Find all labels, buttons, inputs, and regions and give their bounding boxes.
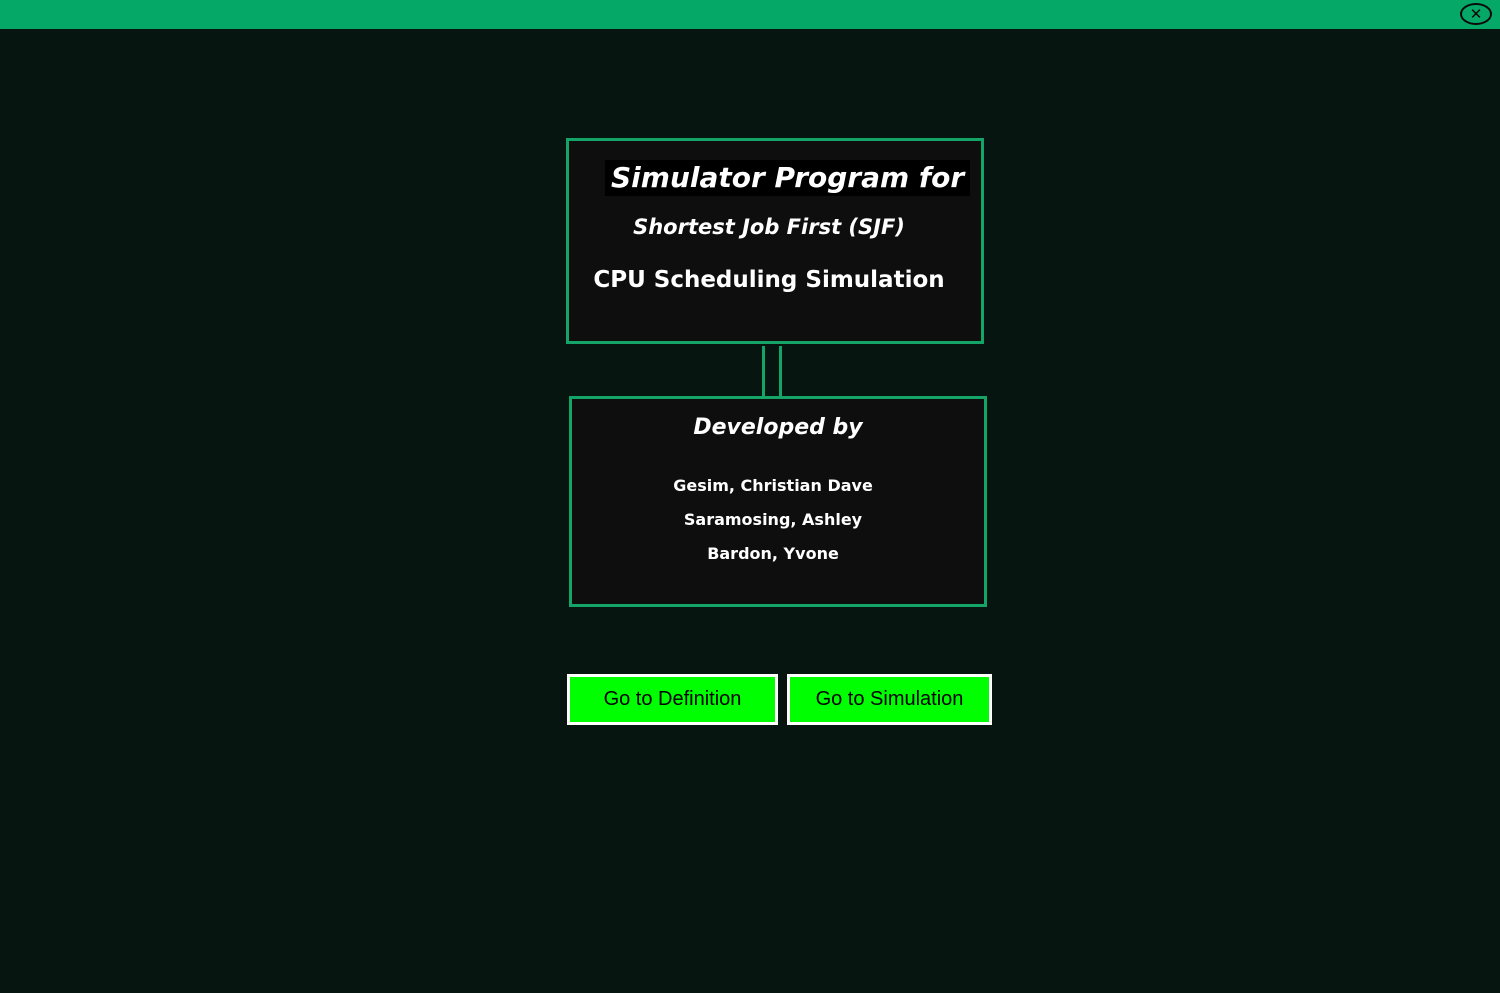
title-bar: ✕ bbox=[0, 0, 1500, 29]
title-heading: Simulator Program for bbox=[605, 160, 971, 196]
developer-name: Bardon, Yvone bbox=[707, 544, 839, 563]
developers-heading: Developed by bbox=[693, 415, 863, 440]
developer-name: Saramosing, Ashley bbox=[683, 510, 863, 529]
developer-list: Gesim, Christian Dave Saramosing, Ashley… bbox=[572, 475, 984, 577]
panel-connector bbox=[762, 346, 782, 397]
close-icon[interactable]: ✕ bbox=[1460, 3, 1492, 25]
go-to-simulation-button[interactable]: Go to Simulation bbox=[787, 674, 992, 725]
developers-panel: Developed by Gesim, Christian Dave Saram… bbox=[569, 396, 987, 607]
algorithm-name: Shortest Job First (SJF) bbox=[633, 215, 905, 239]
simulation-subtitle: CPU Scheduling Simulation bbox=[593, 267, 945, 293]
go-to-definition-button[interactable]: Go to Definition bbox=[567, 674, 778, 725]
developer-name: Gesim, Christian Dave bbox=[673, 476, 873, 495]
title-panel: Simulator Program for Shortest Job First… bbox=[566, 138, 984, 344]
